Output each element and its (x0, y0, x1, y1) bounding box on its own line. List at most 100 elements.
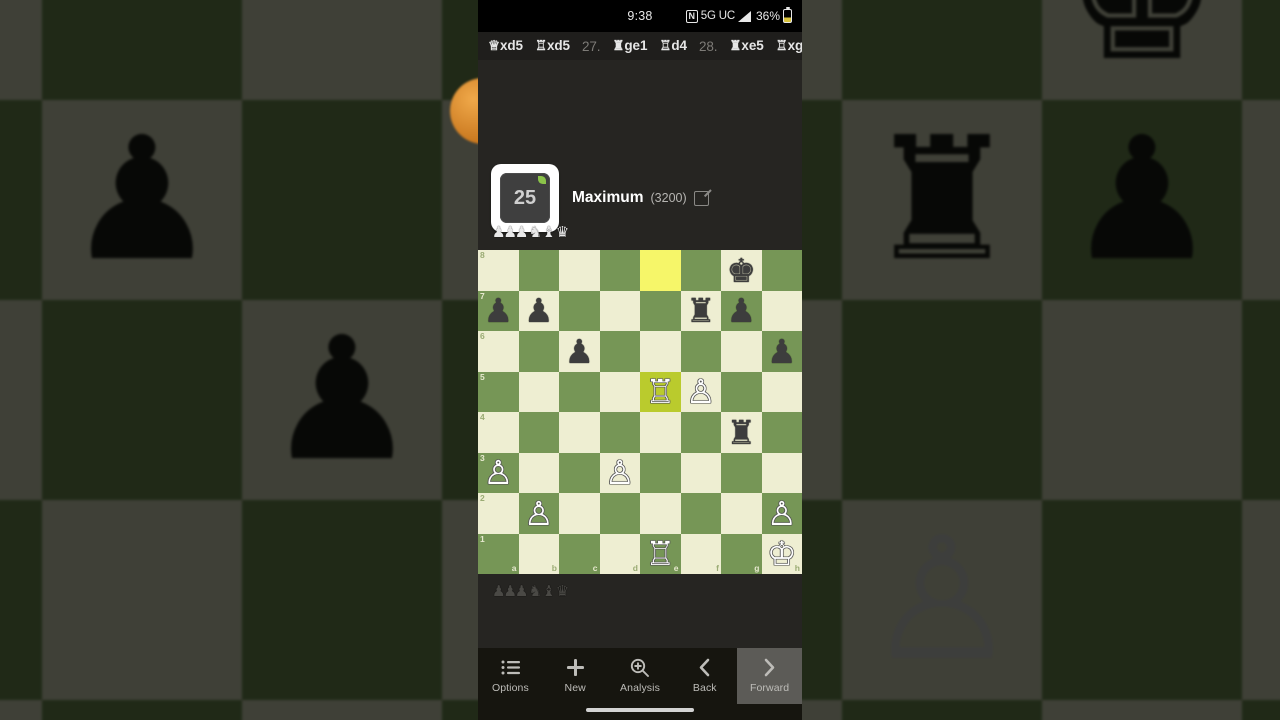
square-c7[interactable] (559, 290, 600, 331)
black-king[interactable]: ♚ (721, 250, 762, 291)
square-a7[interactable]: 7 ♟ (478, 290, 519, 332)
square-b7[interactable]: ♟ (518, 290, 560, 332)
network-type-label: 5G (700, 10, 716, 22)
square-e3[interactable] (640, 452, 681, 493)
square-a6[interactable]: 6 (478, 331, 519, 372)
square-h8[interactable] (761, 250, 802, 291)
square-c1[interactable]: c (559, 533, 600, 574)
square-e6[interactable] (640, 331, 681, 372)
square-g2[interactable] (721, 493, 762, 534)
square-h4[interactable] (761, 412, 802, 453)
file-label: c (592, 563, 598, 573)
file-label: b (551, 563, 557, 573)
square-h7[interactable] (761, 290, 802, 331)
avatar[interactable]: 25 (491, 164, 559, 232)
square-a8[interactable]: 8 (478, 250, 519, 291)
square-f6[interactable] (680, 331, 721, 372)
black-pawn[interactable]: ♟ (559, 331, 600, 372)
square-h3[interactable] (761, 452, 802, 493)
square-b4[interactable] (518, 412, 559, 453)
square-f4[interactable] (680, 412, 721, 453)
square-g6[interactable] (721, 331, 762, 372)
move-notation[interactable]: ♖xd5 (529, 38, 576, 54)
square-h5[interactable] (761, 371, 802, 412)
square-c4[interactable] (559, 412, 600, 453)
square-d7[interactable] (599, 290, 640, 331)
black-pawn[interactable]: ♟ (721, 291, 762, 332)
square-d2[interactable] (599, 493, 640, 534)
square-d5[interactable] (599, 371, 640, 412)
square-g8[interactable]: ♚ (721, 250, 762, 291)
square-g4[interactable]: ♜ (721, 412, 762, 453)
white-pawn[interactable]: ♙ (762, 493, 803, 534)
square-g1[interactable]: g (721, 533, 762, 574)
square-e5[interactable]: ♖ (640, 371, 681, 413)
black-pawn[interactable]: ♟ (519, 291, 560, 332)
white-pawn[interactable]: ♙ (519, 493, 560, 534)
square-a5[interactable]: 5 (478, 371, 519, 412)
square-d4[interactable] (599, 412, 640, 453)
square-h1[interactable]: h ♔ (761, 533, 803, 575)
square-h2[interactable]: ♙ (761, 493, 803, 534)
square-d1[interactable]: d (599, 533, 640, 574)
square-d3[interactable]: ♙ (599, 452, 641, 494)
square-b8[interactable] (518, 250, 559, 291)
square-g7[interactable]: ♟ (721, 290, 762, 332)
opponent-panel: 25 Maximum (3200) ♟♟♟ ♞ ♝ ♛ (478, 60, 802, 250)
square-d6[interactable] (599, 331, 640, 372)
move-list[interactable]: ♕xd5♖xd5 27. ♜ge1♖d4 28. ♜xe5♖xg4 (478, 32, 802, 60)
white-pawn[interactable]: ♙ (681, 372, 722, 413)
square-g3[interactable] (721, 452, 762, 493)
white-pawn[interactable]: ♙ (600, 453, 641, 494)
nav-options-button[interactable]: Options (478, 648, 543, 704)
square-c2[interactable] (559, 493, 600, 534)
square-e1[interactable]: e ♖ (640, 533, 681, 575)
square-f1[interactable]: f (680, 533, 721, 574)
square-g5[interactable] (721, 371, 762, 412)
white-rook[interactable]: ♖ (640, 534, 681, 575)
square-c5[interactable] (559, 371, 600, 412)
square-c3[interactable] (559, 452, 600, 493)
square-b1[interactable]: b (518, 533, 559, 574)
white-pawn[interactable]: ♙ (478, 453, 519, 494)
black-pawn[interactable]: ♟ (478, 291, 519, 332)
square-f2[interactable] (680, 493, 721, 534)
square-b2[interactable]: ♙ (518, 493, 560, 534)
chessboard[interactable]: 8 ♚ 7 ♟ ♟ ♜ ♟ 6 ♟ ♟ 5 ♖ ♙ 4 ♜ 3 ♙ ♙ 2 ♙ ♙ 1 a b c d e ♖ f g h ♔ (478, 250, 802, 574)
square-e4[interactable] (640, 412, 681, 453)
move-notation[interactable]: ♕xd5 (482, 38, 529, 54)
square-a3[interactable]: 3 ♙ (478, 452, 519, 494)
white-rook[interactable]: ♖ (640, 372, 681, 413)
nav-back-button[interactable]: Back (672, 648, 737, 704)
opponent-info[interactable]: 25 Maximum (3200) (491, 164, 709, 232)
square-c6[interactable]: ♟ (559, 331, 600, 372)
nav-analysis-button[interactable]: Analysis (608, 648, 673, 704)
square-f8[interactable] (680, 250, 721, 291)
square-e2[interactable] (640, 493, 681, 534)
black-pawn[interactable]: ♟ (762, 331, 803, 372)
white-king[interactable]: ♔ (762, 534, 803, 575)
square-d8[interactable] (599, 250, 640, 291)
black-rook[interactable]: ♜ (681, 291, 722, 332)
move-notation[interactable]: ♖d4 (653, 38, 693, 54)
square-f3[interactable] (680, 452, 721, 493)
square-e8[interactable] (640, 250, 681, 291)
square-h6[interactable]: ♟ (761, 331, 803, 372)
square-b5[interactable] (518, 371, 559, 412)
move-notation[interactable]: ♜xe5 (723, 38, 769, 54)
square-a4[interactable]: 4 (478, 412, 519, 453)
square-b6[interactable] (518, 331, 559, 372)
square-e7[interactable] (640, 290, 681, 331)
square-a1[interactable]: 1a (478, 533, 519, 574)
nav-new-button[interactable]: New (543, 648, 608, 704)
square-a2[interactable]: 2 (478, 493, 519, 534)
move-notation[interactable]: ♜ge1 (606, 38, 653, 54)
square-b3[interactable] (518, 452, 559, 493)
move-notation[interactable]: ♖xg4 (770, 38, 802, 54)
edit-icon[interactable] (693, 190, 709, 206)
square-f5[interactable]: ♙ (680, 371, 722, 413)
square-c8[interactable] (559, 250, 600, 291)
nav-forward-button[interactable]: Forward (737, 648, 802, 704)
black-rook[interactable]: ♜ (721, 412, 762, 453)
square-f7[interactable]: ♜ (680, 290, 722, 332)
